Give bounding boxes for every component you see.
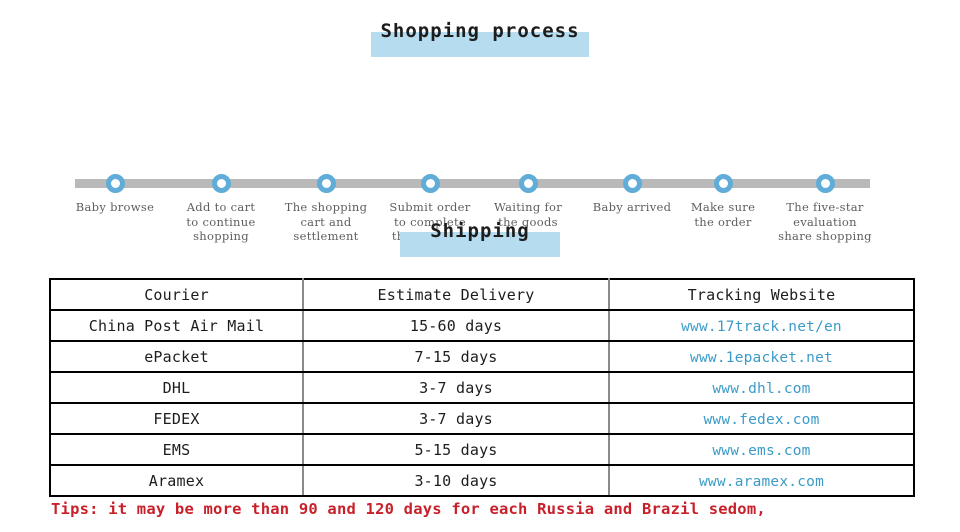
cell-tracking: www.aramex.com [608,464,915,497]
shopping-process-heading-text: Shopping process [380,20,580,42]
cell-delivery: 3-7 days [302,402,610,435]
cell-tracking: www.ems.com [608,433,915,466]
cell-tracking: www.17track.net/en [608,309,915,342]
tracking-link[interactable]: www.ems.com [712,443,810,459]
shipping-heading-text: Shipping [430,220,530,242]
cell-delivery: 3-10 days [302,464,610,497]
cell-delivery: 7-15 days [302,340,610,373]
shopping-process-heading: Shopping process [0,20,960,57]
timeline-marker-icon [211,174,231,193]
cell-delivery: 5-15 days [302,433,610,466]
cell-courier: DHL [49,371,304,404]
cell-delivery: 15-60 days [302,309,610,342]
column-header-tracking: Tracking Website [608,278,915,311]
shipping-tips-text: Tips: it may be more than 90 and 120 day… [51,500,766,518]
timeline-step-5: Waiting for the goods [468,85,588,229]
tracking-link[interactable]: www.17track.net/en [681,319,842,335]
cell-courier: EMS [49,433,304,466]
timeline-marker-icon [420,174,440,193]
cell-tracking: www.1epacket.net [608,340,915,373]
cell-delivery: 3-7 days [302,371,610,404]
table-row: FEDEX 3-7 days www.fedex.com [49,402,915,435]
table-row: ePacket 7-15 days www.1epacket.net [49,340,915,373]
shipping-heading: Shipping [0,220,960,257]
tracking-link[interactable]: www.1epacket.net [690,350,833,366]
shipping-table: Courier Estimate Delivery Tracking Websi… [49,278,915,497]
timeline-marker-icon [316,174,336,193]
cell-tracking: www.dhl.com [608,371,915,404]
column-header-courier: Courier [49,278,304,311]
tracking-link[interactable]: www.aramex.com [699,474,824,490]
tracking-link[interactable]: www.dhl.com [712,381,810,397]
cell-tracking: www.fedex.com [608,402,915,435]
timeline-marker-icon [105,174,125,193]
cell-courier: ePacket [49,340,304,373]
table-row: China Post Air Mail 15-60 days www.17tra… [49,309,915,342]
table-row: EMS 5-15 days www.ems.com [49,433,915,466]
cell-courier: China Post Air Mail [49,309,304,342]
cell-courier: FEDEX [49,402,304,435]
table-header-row: Courier Estimate Delivery Tracking Websi… [49,278,915,311]
table-row: Aramex 3-10 days www.aramex.com [49,464,915,497]
tracking-link[interactable]: www.fedex.com [703,412,819,428]
timeline-marker-icon [815,174,835,193]
heading-inner: Shipping [399,220,560,257]
heading-inner: Shopping process [371,20,589,57]
table-row: DHL 3-7 days www.dhl.com [49,371,915,404]
timeline-marker-icon [518,174,538,193]
timeline-marker-icon [713,174,733,193]
column-header-delivery: Estimate Delivery [302,278,610,311]
shopping-process-timeline: Baby browse Add to cart to continue shoppi… [0,85,960,243]
timeline-step-label: Baby browse [75,200,155,214]
cell-courier: Aramex [49,464,304,497]
timeline-step-1: Baby browse [55,85,175,215]
timeline-marker-icon [622,174,642,193]
